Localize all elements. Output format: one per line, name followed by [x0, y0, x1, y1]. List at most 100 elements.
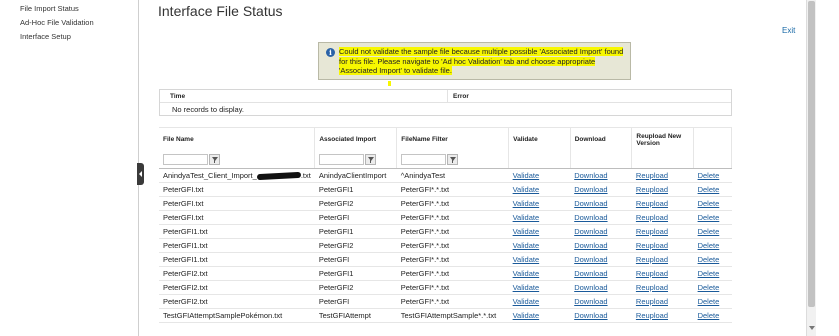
delete-link[interactable]: Delete — [698, 269, 720, 278]
download-link[interactable]: Download — [574, 255, 607, 264]
delete-link[interactable]: Delete — [698, 255, 720, 264]
reupload-link[interactable]: Reupload — [636, 269, 668, 278]
cell-file-name: PeterGFI2.txt — [159, 280, 315, 295]
table-row: PeterGFI2.txt PeterGFI PeterGFI*.*.txt Vali… — [159, 294, 732, 309]
cell-file-name: PeterGFI.txt — [159, 182, 315, 197]
delete-link[interactable]: Delete — [698, 185, 720, 194]
sidebar-item-file-import-status[interactable]: File Import Status — [0, 2, 138, 16]
download-link[interactable]: Download — [574, 283, 607, 292]
table-row: PeterGFI1.txt PeterGFI2 PeterGFI*.*.txt Val… — [159, 238, 732, 253]
sidebar-item-interface-setup[interactable]: Interface Setup — [0, 30, 138, 44]
download-link[interactable]: Download — [574, 269, 607, 278]
column-header-file-name[interactable]: File Name — [159, 127, 316, 152]
delete-link[interactable]: Delete — [698, 311, 720, 320]
table-row: PeterGFI.txt PeterGFI PeterGFI*.*.txt Valid… — [159, 210, 732, 225]
download-link[interactable]: Download — [574, 213, 607, 222]
cell-file-name: PeterGFI2.txt — [159, 294, 315, 309]
cell-file-name: TestGFIAttemptSamplePokémon.txt — [159, 308, 315, 323]
filter-icon[interactable] — [209, 154, 220, 166]
reupload-link[interactable]: Reupload — [636, 283, 668, 292]
column-header-associated-import[interactable]: Associated Import — [314, 127, 398, 152]
validate-link[interactable]: Validate — [513, 311, 540, 320]
validate-link[interactable]: Validate — [513, 171, 540, 180]
download-link[interactable]: Download — [574, 199, 607, 208]
delete-link[interactable]: Delete — [698, 227, 720, 236]
cell-filename-filter: PeterGFI*.*.txt — [396, 210, 509, 225]
filter-icon[interactable] — [447, 154, 459, 166]
sidebar-nav: File Import Status Ad-Hoc File Validatio… — [0, 0, 139, 336]
validate-link[interactable]: Validate — [513, 185, 540, 194]
reupload-link[interactable]: Reupload — [636, 171, 668, 180]
cell-file-name: PeterGFI.txt — [159, 210, 315, 225]
alert-message: Could not validate the sample file becau… — [339, 47, 624, 75]
reupload-link[interactable]: Reupload — [636, 255, 668, 264]
page-scrollbar[interactable] — [806, 0, 816, 336]
column-divider — [447, 90, 448, 103]
cell-associated-import: AnindyaClientImport — [314, 168, 397, 183]
cell-filename-filter: PeterGFI*.*.txt — [396, 280, 509, 295]
file-name-filter-input[interactable] — [163, 154, 208, 166]
download-link[interactable]: Download — [574, 297, 607, 306]
download-link[interactable]: Download — [574, 185, 607, 194]
delete-link[interactable]: Delete — [698, 297, 720, 306]
scroll-down-arrow-icon[interactable] — [809, 326, 815, 330]
delete-link[interactable]: Delete — [698, 213, 720, 222]
delete-link[interactable]: Delete — [698, 283, 720, 292]
reupload-link[interactable]: Reupload — [636, 227, 668, 236]
validate-link[interactable]: Validate — [513, 297, 540, 306]
info-icon: i — [326, 48, 335, 57]
table-row: PeterGFI2.txt PeterGFI1 PeterGFI*.*.txt Val… — [159, 266, 732, 281]
cell-file-name: PeterGFI1.txt — [159, 252, 315, 267]
table-row: PeterGFI.txt PeterGFI2 PeterGFI*.*.txt Vali… — [159, 196, 732, 211]
cell-associated-import: PeterGFI — [314, 294, 397, 309]
cell-file-name: PeterGFI1.txt — [159, 224, 315, 239]
scrollbar-thumb[interactable] — [808, 1, 815, 307]
cell-associated-import: PeterGFI2 — [314, 196, 397, 211]
redaction-mark — [256, 171, 301, 181]
cell-file-name: PeterGFI.txt — [159, 196, 315, 211]
validate-link[interactable]: Validate — [513, 227, 540, 236]
download-link[interactable]: Download — [574, 311, 607, 320]
filter-icon[interactable] — [365, 154, 377, 166]
validate-link[interactable]: Validate — [513, 213, 540, 222]
reupload-link[interactable]: Reupload — [636, 213, 668, 222]
exit-link[interactable]: Exit — [782, 26, 795, 35]
table-row: PeterGFI2.txt PeterGFI2 PeterGFI*.*.txt Val… — [159, 280, 732, 295]
delete-link[interactable]: Delete — [698, 199, 720, 208]
reupload-link[interactable]: Reupload — [636, 199, 668, 208]
column-header-delete — [693, 127, 732, 152]
delete-link[interactable]: Delete — [698, 241, 720, 250]
errors-empty-message: No records to display. — [172, 105, 244, 114]
validate-link[interactable]: Validate — [513, 199, 540, 208]
cell-associated-import: PeterGFI — [314, 252, 397, 267]
sidebar-item-ad-hoc-file-validation[interactable]: Ad-Hoc File Validation — [0, 16, 138, 30]
reupload-link[interactable]: Reupload — [636, 185, 668, 194]
download-link[interactable]: Download — [574, 171, 607, 180]
download-link[interactable]: Download — [574, 241, 607, 250]
reupload-link[interactable]: Reupload — [636, 297, 668, 306]
table-row: AnindyaTest_Client_Import_ .txt AnindyaCli… — [159, 168, 732, 183]
delete-link[interactable]: Delete — [698, 171, 720, 180]
column-header-filename-filter[interactable]: FileName Filter — [396, 127, 510, 152]
filename-filter-filter-input[interactable] — [401, 154, 447, 166]
validate-link[interactable]: Validate — [513, 255, 540, 264]
reupload-link[interactable]: Reupload — [636, 311, 668, 320]
cell-associated-import: PeterGFI1 — [314, 182, 397, 197]
validate-link[interactable]: Validate — [513, 241, 540, 250]
table-row: PeterGFI1.txt PeterGFI PeterGFI*.*.txt Vali… — [159, 252, 732, 267]
validate-link[interactable]: Validate — [513, 269, 540, 278]
validate-link[interactable]: Validate — [513, 283, 540, 292]
cell-associated-import: PeterGFI1 — [314, 266, 397, 281]
cell-filename-filter: PeterGFI*.*.txt — [396, 224, 509, 239]
column-header-error: Error — [453, 93, 469, 100]
errors-grid: Time Error No records to display. — [159, 89, 732, 116]
reupload-link[interactable]: Reupload — [636, 241, 668, 250]
associated-import-filter-input[interactable] — [319, 154, 365, 166]
cell-filename-filter: PeterGFI*.*.txt — [396, 252, 509, 267]
column-header-download: Download — [570, 127, 633, 152]
cell-filename-filter: PeterGFI*.*.txt — [396, 266, 509, 281]
table-row: TestGFIAttemptSamplePokémon.txt TestGFIAt… — [159, 308, 732, 323]
sidebar-collapse-handle[interactable] — [137, 163, 144, 185]
download-link[interactable]: Download — [574, 227, 607, 236]
cell-file-name: PeterGFI2.txt — [159, 266, 315, 281]
